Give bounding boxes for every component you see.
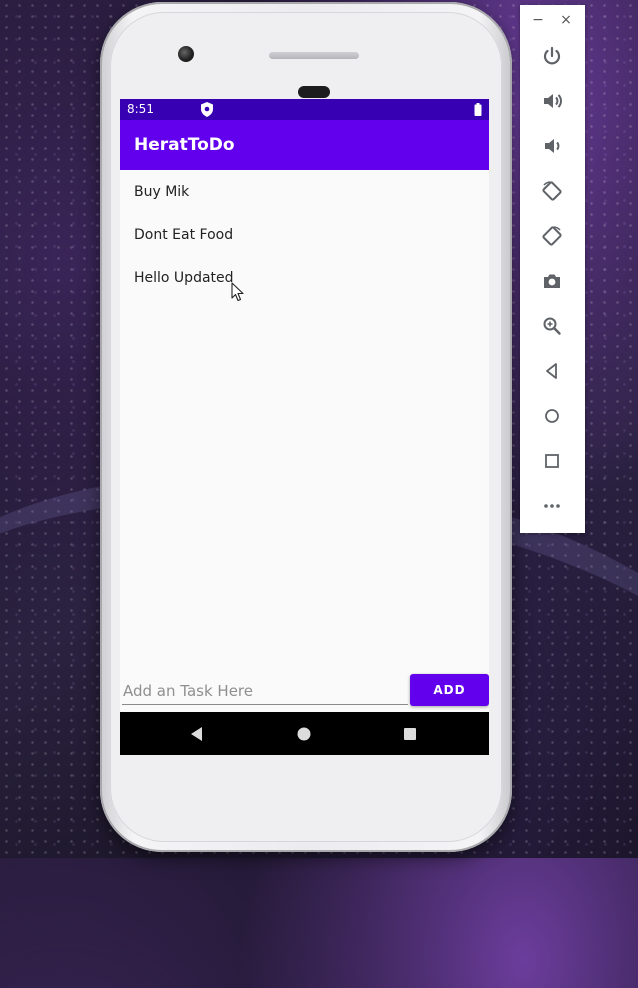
camera-icon[interactable] — [541, 270, 563, 292]
app-bar: HeratToDo — [120, 120, 489, 170]
app-title: HeratToDo — [134, 135, 235, 155]
rotate-left-icon[interactable] — [541, 180, 563, 202]
add-button[interactable]: ADD — [410, 674, 489, 706]
volume-down-icon[interactable] — [541, 135, 563, 157]
device-screen: 8:51 HeratToDo Buy Mik Dont Eat Food Hel… — [120, 99, 489, 755]
earpiece-speaker — [269, 52, 359, 59]
battery-icon — [474, 103, 482, 116]
task-list: Buy Mik Dont Eat Food Hello Updated — [120, 170, 489, 299]
nav-home-icon[interactable] — [295, 725, 313, 743]
back-icon[interactable] — [541, 360, 563, 382]
mouse-cursor-icon — [231, 282, 244, 302]
power-icon[interactable] — [541, 45, 563, 67]
task-input[interactable] — [122, 678, 408, 705]
zoom-icon[interactable] — [541, 315, 563, 337]
add-task-row: ADD — [120, 673, 489, 711]
nav-back-icon[interactable] — [188, 725, 206, 743]
more-icon[interactable] — [541, 495, 563, 517]
status-time: 8:51 — [127, 102, 154, 116]
emulator-toolbar: − × — [520, 5, 585, 533]
rotate-right-icon[interactable] — [541, 225, 563, 247]
volume-up-icon[interactable] — [541, 90, 563, 112]
nav-overview-icon[interactable] — [401, 725, 419, 743]
shield-icon — [201, 102, 213, 117]
list-item[interactable]: Buy Mik — [120, 170, 489, 213]
minimize-button[interactable]: − — [530, 12, 546, 28]
list-item[interactable]: Dont Eat Food — [120, 213, 489, 256]
navigation-bar — [120, 712, 489, 755]
overview-icon[interactable] — [541, 450, 563, 472]
close-button[interactable]: × — [558, 12, 574, 28]
status-bar: 8:51 — [120, 99, 489, 120]
proximity-sensor — [298, 86, 330, 98]
home-icon[interactable] — [541, 405, 563, 427]
front-camera-icon — [178, 46, 194, 62]
list-item[interactable]: Hello Updated — [120, 256, 489, 299]
